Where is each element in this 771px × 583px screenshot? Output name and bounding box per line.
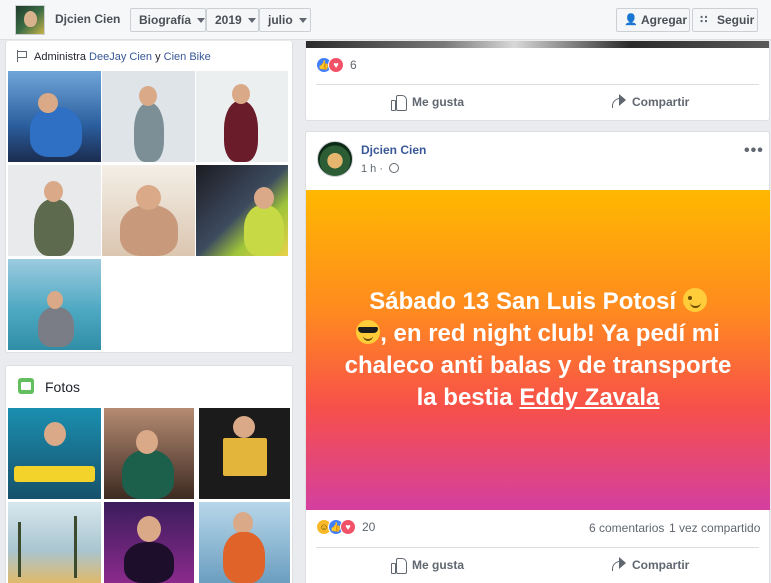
chevron-down-icon (197, 18, 206, 24)
divider (316, 84, 759, 85)
share-button[interactable]: Compartir (610, 550, 689, 580)
reaction-count: 20 (362, 520, 376, 534)
globe-icon (389, 163, 400, 173)
chevron-down-icon (298, 18, 307, 24)
year-dropdown-label: 2019 (215, 13, 242, 27)
divider (316, 547, 759, 548)
section-dropdown-label: Biografía (139, 13, 192, 27)
admin-joiner: y (155, 51, 161, 63)
post-status-banner: Sábado 13 San Luis Potosí , en red night… (306, 190, 770, 510)
photo-thumb[interactable] (199, 502, 290, 583)
share-icon (610, 557, 626, 573)
comments-count[interactable]: 6 comentarios (589, 521, 664, 535)
like-icon (390, 557, 407, 574)
reaction-count: 6 (350, 58, 357, 72)
photo-thumb[interactable] (8, 502, 101, 583)
shares-count[interactable]: 1 vez compartido (669, 521, 760, 535)
photo-thumb[interactable] (102, 71, 195, 162)
like-icon (390, 94, 407, 111)
love-reaction-icon: ♥ (328, 57, 344, 73)
share-label: Compartir (632, 558, 690, 572)
mention-link[interactable]: Eddy Zavala (519, 384, 659, 411)
photo-thumb[interactable] (8, 165, 101, 256)
photo-thumb[interactable] (104, 408, 194, 499)
follow-label: Seguir (717, 13, 755, 27)
photo-thumb[interactable] (8, 259, 101, 350)
post-author-avatar[interactable] (317, 141, 353, 177)
photo-thumb[interactable] (104, 502, 194, 583)
photo-thumb[interactable] (8, 71, 101, 162)
like-label: Me gusta (412, 95, 465, 109)
post-timestamp[interactable]: 1 h · (361, 163, 400, 175)
page-name-link[interactable]: Djcien Cien (51, 8, 124, 32)
share-button[interactable]: Compartir (610, 87, 689, 117)
post-text-part1: Sábado 13 San Luis Potosí (369, 288, 677, 315)
previous-post-card (305, 41, 770, 121)
post-status-text: Sábado 13 San Luis Potosí , en red night… (338, 286, 738, 414)
previous-post-image[interactable] (306, 41, 769, 48)
rss-icon: ∷ (700, 14, 708, 26)
sunglasses-emoji-icon (356, 320, 381, 344)
like-button[interactable]: Me gusta (390, 87, 464, 117)
post-reactions[interactable]: ☺ 👍 ♥ 20 (316, 519, 375, 537)
admin-prefix: Administra (34, 51, 86, 63)
more-options-icon[interactable]: ••• (744, 142, 764, 160)
previous-post-reactions[interactable]: 👍 ♥ 6 (316, 57, 357, 75)
photo-thumb[interactable] (199, 408, 290, 499)
add-friend-label: Agregar (641, 13, 688, 27)
admin-link-bike[interactable]: Cien Bike (164, 51, 211, 63)
page-avatar[interactable] (15, 5, 45, 35)
post-author-name[interactable]: Djcien Cien (361, 143, 426, 157)
add-person-icon: 👤 (624, 14, 638, 26)
post-time-text: 1 h · (361, 163, 384, 175)
month-dropdown-label: julio (268, 13, 293, 27)
share-label: Compartir (632, 95, 690, 109)
chevron-down-icon (247, 18, 256, 24)
page-header-bar: Djcien Cien Biografía 2019 julio 👤 Agrega… (0, 0, 771, 40)
like-label: Me gusta (412, 558, 465, 572)
month-dropdown[interactable]: julio (259, 8, 311, 32)
section-dropdown[interactable]: Biografía (130, 8, 206, 32)
admin-link-deejay[interactable]: DeeJay Cien (89, 51, 152, 63)
add-friend-button[interactable]: 👤 Agregar (616, 8, 690, 32)
share-icon (610, 94, 626, 110)
photos-section-title[interactable]: Fotos (45, 379, 80, 395)
year-dropdown[interactable]: 2019 (206, 8, 259, 32)
wink-emoji-icon (682, 288, 707, 312)
photo-thumb[interactable] (8, 408, 101, 499)
photo-thumb[interactable] (196, 165, 288, 256)
flag-icon (16, 50, 28, 62)
follow-button[interactable]: ∷ Seguir (692, 8, 758, 32)
admin-info: Administra DeeJay Cien y Cien Bike (16, 50, 211, 64)
photo-thumb[interactable] (196, 71, 288, 162)
page-name: Djcien Cien (55, 12, 121, 26)
like-button[interactable]: Me gusta (390, 550, 464, 580)
photos-icon (18, 378, 34, 394)
love-reaction-icon: ♥ (340, 519, 356, 535)
photo-thumb[interactable] (102, 165, 195, 256)
